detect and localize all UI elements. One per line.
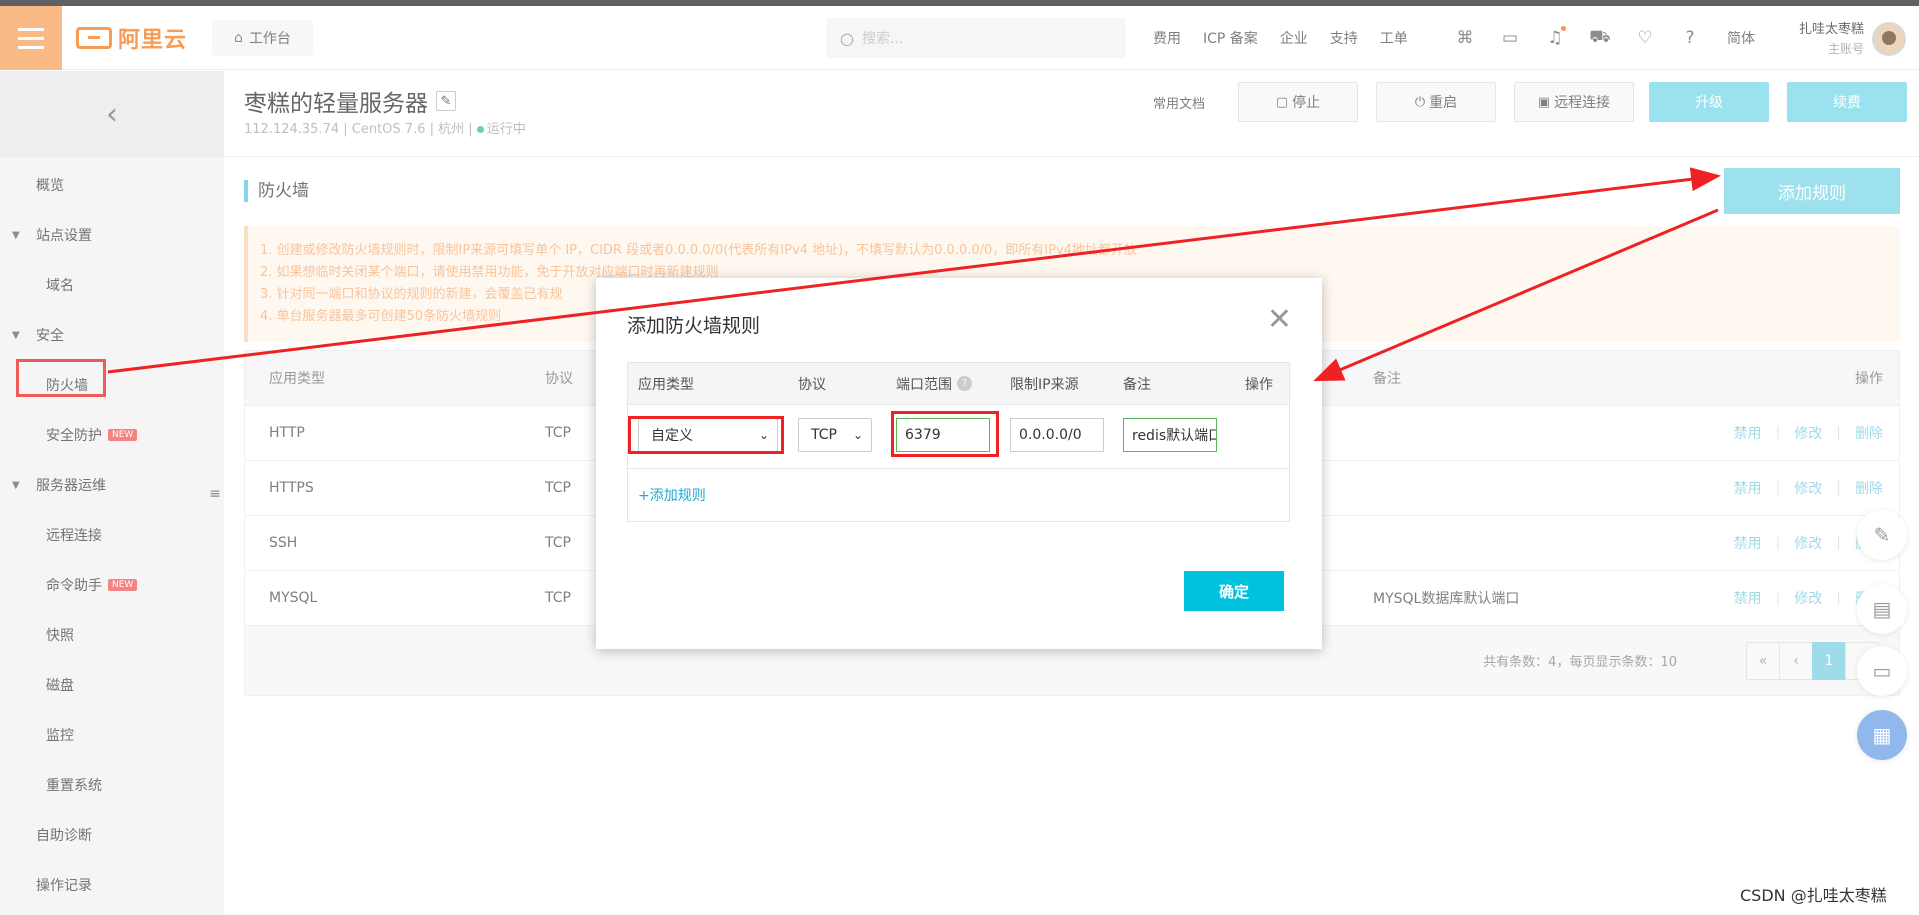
add-rule-modal: 添加防火墙规则 ✕ 应用类型 协议 端口范围? 限制IP来源 备注 操作 自定义… — [596, 278, 1322, 649]
ip-source-value: 0.0.0.0/0 — [1019, 427, 1082, 443]
modal-rule-table: 应用类型 协议 端口范围? 限制IP来源 备注 操作 自定义 ⌄ TCP ⌄ 637… — [627, 362, 1290, 522]
modal-add-row: +添加规则 — [628, 469, 1289, 521]
port-highlight-box — [891, 411, 999, 457]
col-protocol: 协议 — [798, 376, 826, 393]
close-icon[interactable]: ✕ — [1267, 302, 1292, 337]
col-remark: 备注 — [1123, 376, 1151, 393]
modal-title: 添加防火墙规则 — [627, 315, 761, 337]
col-ops: 操作 — [1245, 376, 1273, 393]
app-type-highlight-box — [628, 416, 784, 454]
col-ip-source: 限制IP来源 — [1010, 376, 1079, 393]
remark-value: redis默认端口 — [1132, 428, 1217, 444]
chevron-down-icon: ⌄ — [852, 428, 863, 442]
protocol-select[interactable]: TCP ⌄ — [798, 418, 872, 452]
add-rule-link[interactable]: +添加规则 — [638, 485, 706, 505]
confirm-button[interactable]: 确定 — [1184, 571, 1284, 611]
col-port-range-label: 端口范围 — [896, 376, 952, 393]
col-app-type: 应用类型 — [638, 376, 694, 393]
remark-input[interactable]: redis默认端口 — [1123, 418, 1217, 452]
ip-source-input[interactable]: 0.0.0.0/0 — [1010, 418, 1104, 452]
protocol-value: TCP — [811, 427, 837, 443]
watermark: CSDN @扎哇太枣糕 — [1740, 886, 1887, 905]
modal-rule-row: 自定义 ⌄ TCP ⌄ 6379 0.0.0.0/0 redis默认端口 — [628, 405, 1289, 469]
modal-table-header: 应用类型 协议 端口范围? 限制IP来源 备注 操作 — [628, 363, 1289, 405]
help-icon[interactable]: ? — [957, 376, 972, 391]
col-port-range: 端口范围? — [896, 363, 972, 404]
